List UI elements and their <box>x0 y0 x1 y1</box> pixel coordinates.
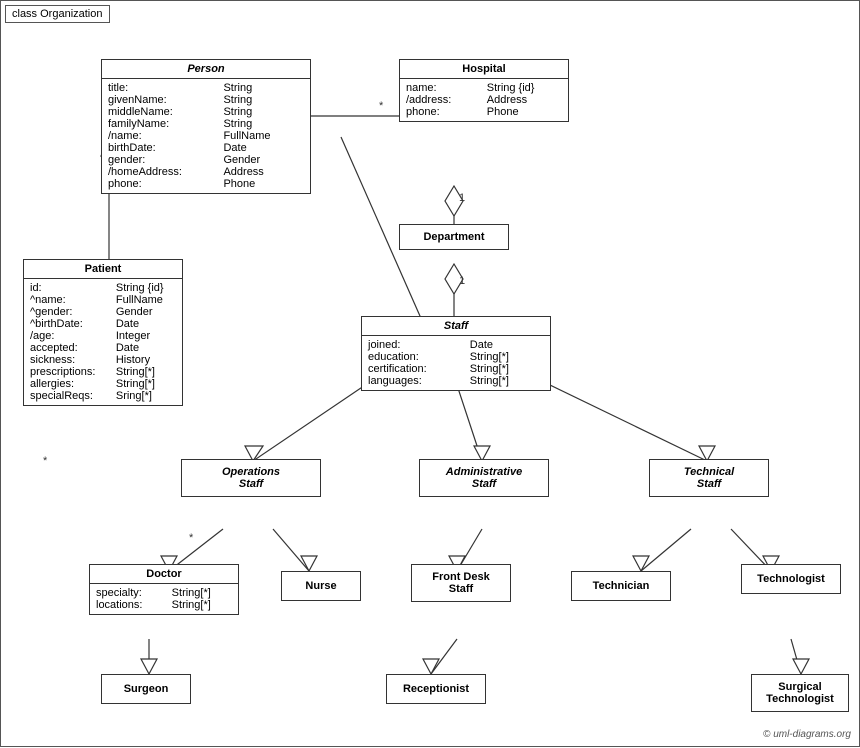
svg-text:1: 1 <box>459 192 465 204</box>
copyright: © uml-diagrams.org <box>763 729 851 740</box>
surgical-tech-box: SurgicalTechnologist <box>751 674 849 712</box>
doctor-body: specialty:String[*] locations:String[*] <box>90 584 238 614</box>
receptionist-box: Receptionist <box>386 674 486 704</box>
admin-staff-box: AdministrativeStaff <box>419 459 549 497</box>
admin-staff-title: AdministrativeStaff <box>420 460 548 496</box>
hospital-title: Hospital <box>400 60 568 79</box>
technologist-title: Technologist <box>742 565 840 593</box>
patient-box: Patient id:String {id} ^name:FullName ^g… <box>23 259 183 406</box>
staff-title: Staff <box>362 317 550 336</box>
svg-text:1: 1 <box>459 275 465 287</box>
ops-staff-box: OperationsStaff <box>181 459 321 497</box>
doctor-title: Doctor <box>90 565 238 584</box>
technician-title: Technician <box>572 572 670 600</box>
svg-text:*: * <box>43 455 48 467</box>
nurse-box: Nurse <box>281 571 361 601</box>
surgeon-box: Surgeon <box>101 674 191 704</box>
patient-title: Patient <box>24 260 182 279</box>
patient-body: id:String {id} ^name:FullName ^gender:Ge… <box>24 279 182 405</box>
staff-box: Staff joined:Date education:String[*] ce… <box>361 316 551 391</box>
receptionist-title: Receptionist <box>387 675 485 703</box>
uml-diagram: class Organization * * 1 * 1 * * <box>0 0 860 747</box>
technician-box: Technician <box>571 571 671 601</box>
technologist-box: Technologist <box>741 564 841 594</box>
department-box: Department <box>399 224 509 250</box>
ops-staff-title: OperationsStaff <box>182 460 320 496</box>
front-desk-title: Front DeskStaff <box>412 565 510 601</box>
surgeon-title: Surgeon <box>102 675 190 703</box>
person-title: Person <box>102 60 310 79</box>
department-title: Department <box>400 225 508 249</box>
staff-body: joined:Date education:String[*] certific… <box>362 336 550 390</box>
diagram-label: class Organization <box>5 5 110 23</box>
svg-text:*: * <box>189 532 194 544</box>
surgical-tech-title: SurgicalTechnologist <box>752 675 848 711</box>
hospital-body: name:String {id} /address:Address phone:… <box>400 79 568 121</box>
doctor-box: Doctor specialty:String[*] locations:Str… <box>89 564 239 615</box>
person-box: Person title:String givenName:String mid… <box>101 59 311 194</box>
tech-staff-title: TechnicalStaff <box>650 460 768 496</box>
tech-staff-box: TechnicalStaff <box>649 459 769 497</box>
person-body: title:String givenName:String middleName… <box>102 79 310 193</box>
hospital-box: Hospital name:String {id} /address:Addre… <box>399 59 569 122</box>
nurse-title: Nurse <box>282 572 360 600</box>
front-desk-box: Front DeskStaff <box>411 564 511 602</box>
svg-text:*: * <box>379 100 384 112</box>
